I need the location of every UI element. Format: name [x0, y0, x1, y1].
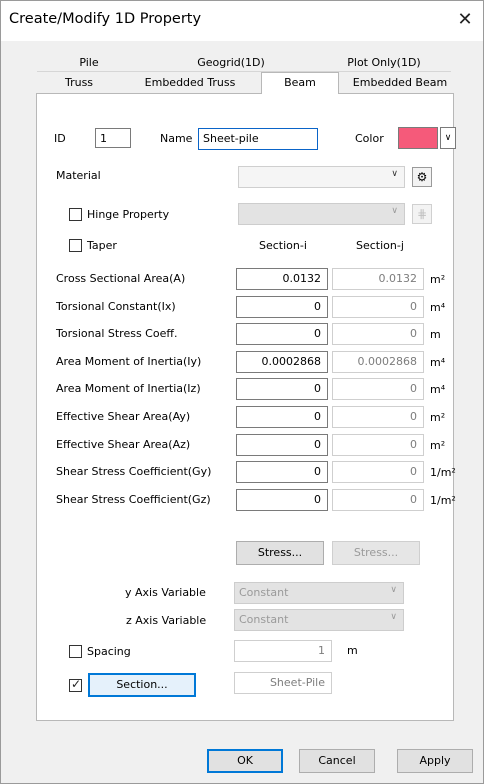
tab-pile[interactable]: Pile — [39, 54, 139, 72]
section-i-value-field[interactable]: 0 — [236, 323, 328, 346]
id-field[interactable]: 1 — [95, 128, 131, 148]
taper-label: Taper — [87, 239, 117, 252]
id-label: ID — [54, 132, 66, 145]
unit-label: 1/m² — [430, 466, 456, 480]
stress-j-button[interactable]: Stress... — [332, 541, 420, 565]
section-j-value-field[interactable]: 0 — [332, 406, 424, 428]
tab-truss[interactable]: Truss — [39, 74, 119, 92]
unit-label: m² — [430, 273, 446, 286]
property-label: Area Moment of Inertia(Iy) — [56, 354, 202, 368]
section-j-header: Section-j — [356, 239, 404, 252]
name-field[interactable]: Sheet-pile — [198, 128, 318, 150]
section-i-value-field[interactable]: 0 — [236, 433, 328, 456]
chevron-down-icon: ∨ — [391, 169, 398, 179]
property-label: Shear Stress Coefficient(Gz) — [56, 492, 211, 506]
unit-label: 1/m² — [430, 493, 456, 507]
window-title: Create/Modify 1D Property — [9, 11, 202, 27]
apply-button[interactable]: Apply — [397, 749, 473, 773]
unit-label: m — [430, 328, 441, 342]
y-axis-variable-select[interactable]: Constant ∨ — [234, 582, 404, 604]
section-j-value-field[interactable]: 0 — [332, 461, 424, 484]
property-label: Area Moment of Inertia(Iz) — [56, 382, 201, 396]
section-j-value-field[interactable]: 0 — [332, 295, 424, 318]
tab-embedded-beam[interactable]: Embedded Beam — [347, 74, 453, 92]
tab-divider — [37, 71, 451, 72]
unit-label: m⁴ — [430, 383, 446, 397]
y-axis-variable-value: Constant — [239, 586, 289, 599]
dialog-window: Create/Modify 1D Property ✕ Pile Geogrid… — [0, 0, 484, 784]
section-j-value-field[interactable]: 0.0132 — [332, 268, 424, 290]
section-j-value-field[interactable]: 0 — [332, 323, 424, 346]
property-label: Torsional Stress Coeff. — [56, 327, 178, 341]
spacing-unit: m — [347, 644, 358, 657]
section-button[interactable]: Section... — [88, 673, 196, 697]
color-label: Color — [355, 132, 384, 145]
ok-button[interactable]: OK — [207, 749, 283, 773]
z-axis-variable-select[interactable]: Constant ∨ — [234, 609, 404, 631]
color-swatch[interactable] — [398, 127, 438, 149]
material-select[interactable]: ∨ — [238, 166, 405, 188]
section-i-header: Section-i — [259, 239, 307, 252]
z-axis-variable-value: Constant — [239, 613, 289, 626]
y-axis-variable-label: y Axis Variable — [125, 586, 206, 599]
tab-plot-only-1d[interactable]: Plot Only(1D) — [319, 54, 449, 72]
name-label: Name — [160, 132, 193, 145]
spacing-checkbox[interactable] — [69, 645, 82, 658]
section-j-value-field[interactable]: 0 — [332, 433, 424, 456]
property-label: Effective Shear Area(Ay) — [56, 410, 191, 423]
section-checkbox[interactable]: ✓ — [69, 677, 82, 692]
hinge-edit-icon[interactable]: ⋕ — [412, 204, 432, 224]
section-i-value-field[interactable]: 0 — [236, 378, 328, 401]
section-j-value-field[interactable]: 0 — [332, 378, 424, 401]
unit-label: m⁴ — [430, 300, 446, 314]
unit-label: m² — [430, 411, 446, 424]
section-i-value-field[interactable]: 0 — [236, 406, 328, 428]
property-label: Effective Shear Area(Az) — [56, 437, 191, 451]
taper-checkbox[interactable] — [69, 239, 82, 252]
close-icon[interactable]: ✕ — [453, 9, 477, 33]
section-i-value-field[interactable]: 0 — [236, 488, 328, 511]
tab-geogrid-1d[interactable]: Geogrid(1D) — [161, 54, 301, 72]
unit-label: m² — [430, 438, 446, 452]
section-j-value-field[interactable]: 0 — [332, 488, 424, 511]
tab-embedded-truss[interactable]: Embedded Truss — [127, 74, 253, 92]
section-i-value-field[interactable]: 0 — [236, 295, 328, 318]
beam-tab-panel: ID 1 Name Sheet-pile Color ∨ Material ∨ … — [36, 93, 456, 721]
spacing-label: Spacing — [87, 645, 131, 658]
hinge-checkbox[interactable] — [69, 208, 82, 221]
material-label: Material — [56, 169, 101, 182]
title-bar: Create/Modify 1D Property ✕ — [1, 1, 483, 41]
spacing-field[interactable]: 1 — [234, 640, 332, 662]
section-j-value-field[interactable]: 0.0002868 — [332, 350, 424, 373]
property-label: Shear Stress Coefficient(Gy) — [56, 465, 212, 479]
stress-i-button[interactable]: Stress... — [236, 541, 324, 565]
section-i-value-field[interactable]: 0 — [236, 461, 328, 484]
hinge-label: Hinge Property — [87, 208, 170, 221]
footer-separator — [1, 741, 483, 742]
checkmark-icon: ✓ — [71, 677, 82, 691]
chevron-down-icon: ∨ — [390, 612, 397, 622]
z-axis-variable-label: z Axis Variable — [126, 614, 207, 627]
chevron-down-icon: ∨ — [391, 206, 398, 216]
material-edit-icon[interactable]: ⚙ — [412, 167, 432, 187]
hinge-select[interactable]: ∨ — [238, 203, 405, 225]
unit-label: m⁴ — [430, 355, 446, 369]
color-dropdown-chevron-down-icon[interactable]: ∨ — [440, 127, 456, 149]
cancel-button[interactable]: Cancel — [299, 749, 375, 773]
section-i-value-field[interactable]: 0.0002868 — [236, 350, 328, 373]
chevron-down-icon: ∨ — [390, 585, 397, 595]
property-label: Cross Sectional Area(A) — [56, 272, 186, 285]
property-label: Torsional Constant(Ix) — [56, 299, 176, 313]
section-i-value-field[interactable]: 0.0132 — [236, 268, 328, 290]
section-name-field[interactable]: Sheet-Pile — [234, 672, 332, 694]
tab-beam[interactable]: Beam — [261, 72, 339, 94]
